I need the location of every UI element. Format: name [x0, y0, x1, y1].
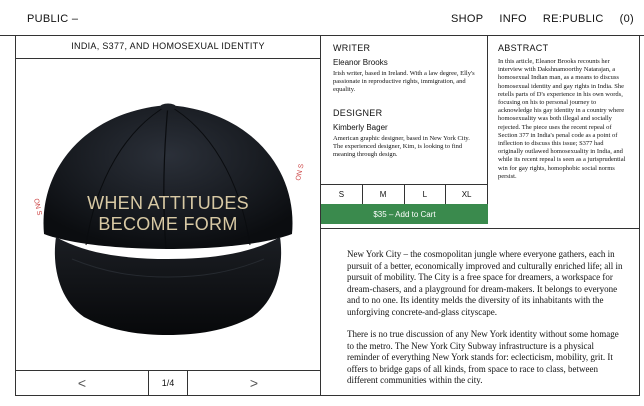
designer-heading: DESIGNER — [333, 108, 383, 118]
product-image: ON S ON S WHEN ATTITUDES BECOME FORM — [16, 59, 320, 369]
nav-shop[interactable]: SHOP — [451, 13, 483, 25]
article-paragraph-1: New York City – the cosmopolitan jungle … — [347, 249, 623, 317]
article-body: New York City – the cosmopolitan jungle … — [321, 228, 640, 395]
nav-cart-count[interactable]: (0) — [620, 13, 634, 25]
cap-text-line1: WHEN ATTITUDES — [87, 193, 249, 213]
size-selector: S M L XL — [321, 184, 488, 204]
size-m-button[interactable]: M — [363, 185, 405, 204]
brand-logo[interactable]: PUBLIC – — [27, 13, 78, 25]
abstract-heading: ABSTRACT — [498, 43, 549, 53]
next-image-button[interactable]: > — [188, 371, 320, 395]
writer-heading: WRITER — [333, 43, 371, 53]
credits-panel: WRITER Eleanor Brooks Irish writer, base… — [321, 36, 488, 184]
add-to-cart-button[interactable]: $35 – Add to Cart — [321, 204, 488, 224]
product-title: INDIA, S377, AND HOMOSEXUAL IDENTITY — [16, 36, 320, 59]
product-frame: INDIA, S377, AND HOMOSEXUAL IDENTITY ON … — [15, 36, 640, 396]
main-nav: SHOP INFO RE:PUBLIC (0) — [451, 13, 634, 25]
cap-text-line2: BECOME FORM — [98, 214, 237, 234]
designer-name: Kimberly Bager — [333, 123, 388, 132]
product-gallery: INDIA, S377, AND HOMOSEXUAL IDENTITY ON … — [16, 36, 321, 395]
svg-text:ON S: ON S — [32, 198, 42, 217]
cap-image: ON S ON S WHEN ATTITUDES BECOME FORM — [32, 103, 306, 335]
image-counter: 1/4 — [149, 371, 188, 395]
nav-info[interactable]: INFO — [499, 13, 526, 25]
size-xl-button[interactable]: XL — [446, 185, 487, 204]
writer-bio: Irish writer, based in Ireland. With a l… — [333, 70, 475, 93]
nav-republic[interactable]: RE:PUBLIC — [543, 13, 604, 25]
size-s-button[interactable]: S — [321, 185, 363, 204]
abstract-text: In this article, Eleanor Brooks recounts… — [498, 58, 626, 180]
previous-image-button[interactable]: < — [16, 371, 149, 395]
designer-bio: American graphic designer, based in New … — [333, 135, 470, 158]
abstract-panel: ABSTRACT In this article, Eleanor Brooks… — [488, 36, 640, 228]
size-l-button[interactable]: L — [405, 185, 447, 204]
writer-name: Eleanor Brooks — [333, 58, 388, 67]
gallery-pager: < 1/4 > — [16, 370, 320, 395]
svg-text:ON S: ON S — [295, 163, 305, 182]
top-navigation-bar: PUBLIC – SHOP INFO RE:PUBLIC (0) — [0, 0, 644, 36]
article-paragraph-2: There is no true discussion of any New Y… — [347, 329, 619, 385]
